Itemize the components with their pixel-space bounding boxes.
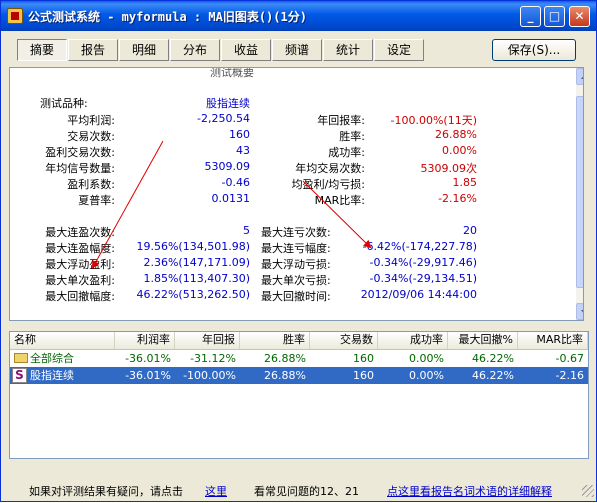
annotation-arrow — [302, 180, 372, 249]
annotation-overlay — [92, 140, 372, 269]
app-window: 公式测试系统 - myformula : MA旧图表()(1分) _ □ ✕ 摘… — [0, 0, 597, 502]
annotation-arrow — [92, 140, 164, 269]
